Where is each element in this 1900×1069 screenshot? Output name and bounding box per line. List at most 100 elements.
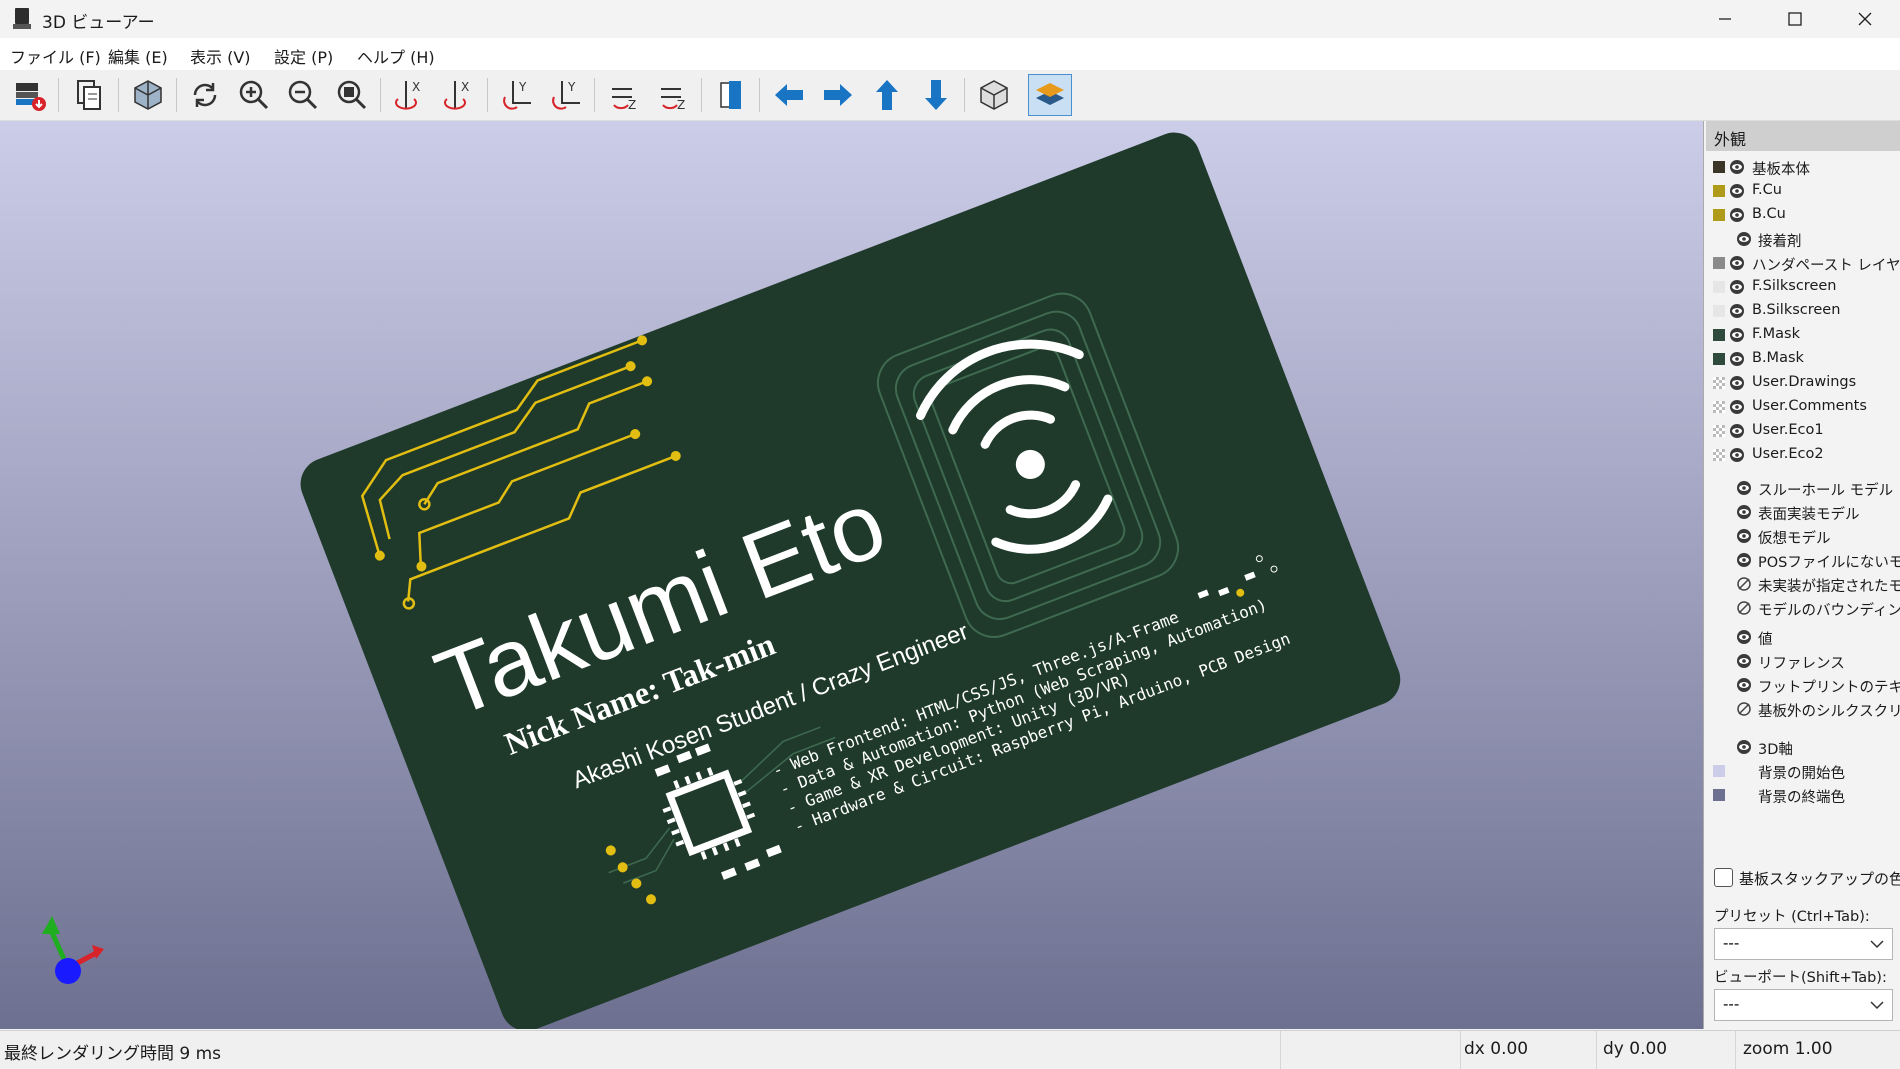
color-swatch[interactable] bbox=[1713, 765, 1725, 777]
export-image-button[interactable] bbox=[8, 74, 52, 116]
maximize-button[interactable] bbox=[1760, 0, 1830, 38]
menu-file[interactable]: ファイル (F) bbox=[10, 44, 101, 68]
eye-icon[interactable] bbox=[1736, 504, 1752, 520]
text-visibility-row[interactable]: フットプリントのテキスト bbox=[1706, 673, 1900, 697]
3d-viewport[interactable]: Takumi Eto Nick Name: Tak-min Akashi Kos… bbox=[0, 121, 1704, 1029]
axis-visibility-row[interactable]: 3D軸 bbox=[1706, 735, 1900, 759]
eye-icon[interactable] bbox=[1729, 447, 1745, 463]
eye-icon[interactable] bbox=[1729, 423, 1745, 439]
visibility-off-icon[interactable] bbox=[1736, 576, 1752, 592]
eye-icon[interactable] bbox=[1736, 231, 1752, 247]
color-swatch[interactable] bbox=[1713, 377, 1725, 389]
orthographic-button[interactable] bbox=[972, 74, 1016, 116]
close-button[interactable] bbox=[1830, 0, 1900, 38]
menu-edit[interactable]: 編集 (E) bbox=[108, 44, 168, 68]
rotate-y-cw-button[interactable]: Y bbox=[495, 74, 539, 116]
model-visibility-row[interactable]: スルーホール モデル bbox=[1706, 476, 1900, 500]
model-visibility-row[interactable]: 表面実装モデル bbox=[1706, 500, 1900, 524]
menu-help[interactable]: ヘルプ (H) bbox=[357, 44, 435, 68]
layer-row[interactable]: F.Silkscreen bbox=[1706, 275, 1900, 299]
color-swatch[interactable] bbox=[1713, 449, 1725, 461]
model-visibility-row[interactable]: モデルのバウンディングボックス bbox=[1706, 596, 1900, 620]
layer-row[interactable]: B.Cu bbox=[1706, 203, 1900, 227]
layer-row[interactable]: B.Mask bbox=[1706, 347, 1900, 371]
model-visibility-row[interactable]: POSファイルにないモデル bbox=[1706, 548, 1900, 572]
layer-row[interactable]: B.Silkscreen bbox=[1706, 299, 1900, 323]
color-swatch[interactable] bbox=[1713, 401, 1725, 413]
layer-row[interactable]: 基板本体 bbox=[1706, 155, 1900, 179]
copy-image-button[interactable] bbox=[68, 74, 112, 116]
eye-icon[interactable] bbox=[1736, 552, 1752, 568]
layer-row[interactable]: User.Eco2 bbox=[1706, 443, 1900, 467]
eye-icon[interactable] bbox=[1729, 159, 1745, 175]
viewport-select[interactable]: --- bbox=[1714, 989, 1893, 1021]
text-visibility-row[interactable]: 基板外のシルクスクリーン bbox=[1706, 697, 1900, 721]
eye-icon[interactable] bbox=[1729, 351, 1745, 367]
text-visibility-row[interactable]: 値 bbox=[1706, 625, 1900, 649]
chevron-down-icon bbox=[1870, 940, 1884, 949]
eye-icon[interactable] bbox=[1736, 480, 1752, 496]
visibility-off-icon[interactable] bbox=[1736, 701, 1752, 717]
color-swatch[interactable] bbox=[1713, 425, 1725, 437]
model-visibility-row[interactable]: 未実装が指定されたモデル bbox=[1706, 572, 1900, 596]
layer-row[interactable]: F.Mask bbox=[1706, 323, 1900, 347]
color-swatch[interactable] bbox=[1713, 329, 1725, 341]
color-swatch[interactable] bbox=[1713, 161, 1725, 173]
eye-icon[interactable] bbox=[1736, 528, 1752, 544]
zoom-out-button[interactable] bbox=[281, 74, 325, 116]
eye-icon[interactable] bbox=[1729, 399, 1745, 415]
rotate-z-cw-button[interactable]: Z bbox=[602, 74, 646, 116]
flip-board-button[interactable] bbox=[709, 74, 753, 116]
eye-icon[interactable] bbox=[1736, 677, 1752, 693]
color-swatch[interactable] bbox=[1713, 353, 1725, 365]
layer-row[interactable]: 接着剤 bbox=[1706, 227, 1900, 251]
layer-row[interactable]: F.Cu bbox=[1706, 179, 1900, 203]
color-swatch[interactable] bbox=[1713, 209, 1725, 221]
eye-icon[interactable] bbox=[1729, 375, 1745, 391]
raytrace-button[interactable] bbox=[126, 74, 170, 116]
eye-icon[interactable] bbox=[1736, 653, 1752, 669]
move-right-button[interactable] bbox=[816, 74, 860, 116]
status-bar: 最終レンダリング時間 9 ms dx 0.00 dy 0.00 zoom 1.0… bbox=[0, 1030, 1900, 1069]
text-visibility-row[interactable]: リファレンス bbox=[1706, 649, 1900, 673]
eye-icon[interactable] bbox=[1729, 303, 1745, 319]
eye-icon[interactable] bbox=[1729, 207, 1745, 223]
visibility-off-icon[interactable] bbox=[1736, 600, 1752, 616]
menu-settings[interactable]: 設定 (P) bbox=[274, 44, 333, 68]
eye-icon[interactable] bbox=[1729, 327, 1745, 343]
rotate-z-ccw-button[interactable]: Z bbox=[651, 74, 695, 116]
background-color-row[interactable]: 背景の開始色 bbox=[1706, 759, 1900, 783]
rotate-x-cw-button[interactable]: X bbox=[388, 74, 432, 116]
eye-icon[interactable] bbox=[1729, 183, 1745, 199]
layer-row[interactable]: User.Eco1 bbox=[1706, 419, 1900, 443]
color-swatch[interactable] bbox=[1713, 789, 1725, 801]
background-color-row[interactable]: 背景の終端色 bbox=[1706, 783, 1900, 807]
rotate-y-ccw-button[interactable]: Y bbox=[544, 74, 588, 116]
color-swatch[interactable] bbox=[1713, 281, 1725, 293]
zoom-in-button[interactable] bbox=[232, 74, 276, 116]
eye-icon[interactable] bbox=[1729, 279, 1745, 295]
reload-button[interactable] bbox=[183, 74, 227, 116]
stackup-color-checkbox[interactable]: 基板スタックアップの色を使用 bbox=[1714, 868, 1900, 889]
move-up-button[interactable] bbox=[865, 74, 909, 116]
color-swatch[interactable] bbox=[1713, 305, 1725, 317]
menu-view[interactable]: 表示 (V) bbox=[190, 44, 251, 68]
preset-select[interactable]: --- bbox=[1714, 928, 1893, 960]
layer-row[interactable]: User.Drawings bbox=[1706, 371, 1900, 395]
eye-icon[interactable] bbox=[1736, 629, 1752, 645]
zoom-fit-button[interactable] bbox=[330, 74, 374, 116]
eye-icon[interactable] bbox=[1736, 739, 1752, 755]
color-swatch[interactable] bbox=[1713, 185, 1725, 197]
move-left-button[interactable] bbox=[767, 74, 811, 116]
render-time-text: 最終レンダリング時間 9 ms bbox=[4, 1044, 222, 1064]
layer-row[interactable]: ハンダペースト レイヤー bbox=[1706, 251, 1900, 275]
arrow-down-icon bbox=[925, 80, 947, 110]
move-down-button[interactable] bbox=[914, 74, 958, 116]
eye-icon[interactable] bbox=[1729, 255, 1745, 271]
rotate-x-ccw-button[interactable]: X bbox=[437, 74, 481, 116]
layer-row[interactable]: User.Comments bbox=[1706, 395, 1900, 419]
layers-manager-button[interactable] bbox=[1028, 74, 1072, 116]
color-swatch[interactable] bbox=[1713, 257, 1725, 269]
minimize-button[interactable] bbox=[1690, 0, 1760, 38]
model-visibility-row[interactable]: 仮想モデル bbox=[1706, 524, 1900, 548]
